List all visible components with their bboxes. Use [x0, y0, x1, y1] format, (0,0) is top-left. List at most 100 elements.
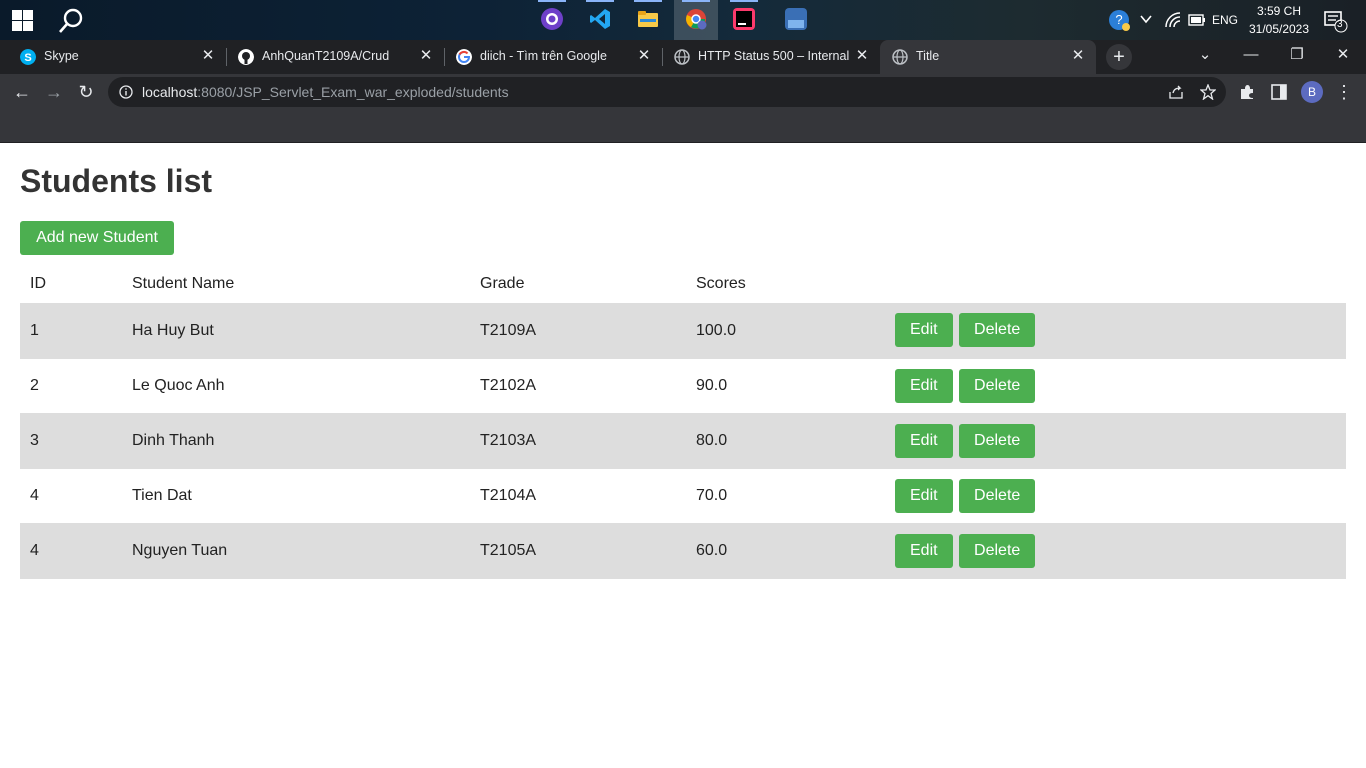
svg-text:?: ?	[1115, 12, 1122, 27]
notification-icon[interactable]	[1324, 11, 1348, 33]
cell-grade: T2102A	[470, 358, 686, 414]
delete-button[interactable]: Delete	[959, 313, 1036, 348]
edit-button[interactable]: Edit	[895, 478, 953, 513]
cell-actions: Edit Delete	[885, 358, 1346, 414]
tab-title: diich - Tìm trên Google	[480, 49, 607, 63]
cell-actions: Edit Delete	[885, 523, 1346, 579]
tab-google-search[interactable]: diich - Tìm trên Google ✕	[444, 40, 663, 74]
tab-search-chevron-icon[interactable]: ⌄	[1182, 40, 1228, 70]
address-bar[interactable]: localhost:8080/JSP_Servlet_Exam_war_expl…	[108, 77, 1226, 107]
cell-actions: Edit Delete	[885, 413, 1346, 469]
cell-id: 1	[20, 303, 122, 359]
close-icon[interactable]: ✕	[1070, 48, 1086, 64]
share-icon[interactable]	[1168, 84, 1184, 100]
cell-score: 90.0	[686, 358, 885, 414]
cell-grade: T2104A	[470, 468, 686, 524]
cell-name: Ha Huy But	[122, 303, 470, 359]
intellij-icon[interactable]	[722, 0, 766, 40]
chevron-up-icon[interactable]	[1140, 14, 1152, 24]
table-row: 2 Le Quoc Anh T2102A 90.0 Edit Delete	[20, 358, 1346, 414]
github-desktop-icon[interactable]	[530, 0, 574, 40]
tab-title: AnhQuanT2109A/Crud	[262, 49, 390, 63]
cell-id: 2	[20, 358, 122, 414]
help-icon[interactable]: ?	[1108, 9, 1132, 33]
table-row: 4 Nguyen Tuan T2105A 60.0 Edit Delete	[20, 523, 1346, 579]
edit-button[interactable]: Edit	[895, 313, 953, 348]
browser-tab-strip: S Skype ✕ AnhQuanT2109A/Crud ✕ diich - T…	[0, 40, 1366, 74]
cell-score: 60.0	[686, 523, 885, 579]
cell-actions: Edit Delete	[885, 303, 1346, 359]
cell-id: 4	[20, 523, 122, 579]
tab-http-500[interactable]: HTTP Status 500 – Internal Se ✕	[662, 40, 880, 74]
close-icon[interactable]: ✕	[636, 48, 652, 64]
delete-button[interactable]: Delete	[959, 423, 1036, 458]
google-icon	[456, 49, 472, 65]
forward-arrow-icon[interactable]: →	[40, 78, 68, 106]
windows-taskbar: ? ENG 3:59 CH 31/05/2023 3	[0, 0, 1366, 40]
bookmark-star-icon[interactable]	[1200, 84, 1216, 100]
minimize-icon[interactable]: —	[1228, 40, 1274, 70]
globe-icon	[674, 49, 690, 65]
page-title: Students list	[20, 163, 213, 199]
tab-title: Skype	[44, 49, 79, 63]
new-tab-button[interactable]: +	[1106, 44, 1132, 70]
search-icon[interactable]	[56, 6, 86, 36]
extensions-icon[interactable]	[1238, 83, 1256, 101]
notification-count: 3	[1337, 19, 1343, 30]
clock-time[interactable]: 3:59 CH	[1256, 4, 1302, 18]
edit-button[interactable]: Edit	[895, 368, 953, 403]
browser-toolbar: ← → ↻ localhost:8080/JSP_Servlet_Exam_wa…	[0, 74, 1366, 110]
cell-score: 80.0	[686, 413, 885, 469]
cell-name: Nguyen Tuan	[122, 523, 470, 579]
close-icon[interactable]: ✕	[418, 48, 434, 64]
info-icon[interactable]	[119, 85, 133, 99]
tab-skype[interactable]: S Skype ✕	[8, 40, 227, 74]
windows-start-icon[interactable]	[10, 8, 34, 32]
column-header-name: Student Name	[122, 265, 470, 304]
tab-title-active[interactable]: Title ✕	[880, 40, 1096, 74]
edit-button[interactable]: Edit	[895, 423, 953, 458]
cell-name: Dinh Thanh	[122, 413, 470, 469]
menu-kebab-icon[interactable]: ⋮	[1330, 78, 1358, 106]
restore-icon[interactable]: ❐	[1274, 40, 1320, 70]
cell-id: 4	[20, 468, 122, 524]
back-arrow-icon[interactable]: ←	[8, 78, 36, 106]
students-table: ID Student Name Grade Scores 1 Ha Huy Bu…	[20, 265, 1346, 579]
column-header-actions	[885, 265, 1346, 303]
cell-actions: Edit Delete	[885, 468, 1346, 524]
battery-icon[interactable]	[1188, 12, 1206, 28]
profile-avatar[interactable]: B	[1301, 81, 1323, 103]
url-text: localhost:8080/JSP_Servlet_Exam_war_expl…	[142, 84, 509, 100]
table-row: 4 Tien Dat T2104A 70.0 Edit Delete	[20, 468, 1346, 524]
cell-grade: T2109A	[470, 303, 686, 359]
add-new-student-button[interactable]: Add new Student	[20, 221, 174, 255]
cell-score: 70.0	[686, 468, 885, 524]
side-panel-icon[interactable]	[1271, 84, 1287, 100]
url-host: localhost	[142, 84, 198, 100]
delete-button[interactable]: Delete	[959, 478, 1036, 513]
delete-button[interactable]: Delete	[959, 368, 1036, 403]
page-content: Students list Add new Student ID Student…	[0, 143, 1366, 768]
reload-icon[interactable]: ↻	[72, 78, 100, 106]
close-window-icon[interactable]: ✕	[1320, 40, 1366, 70]
language-indicator[interactable]: ENG	[1212, 13, 1238, 27]
delete-button[interactable]: Delete	[959, 533, 1036, 568]
dev-cpp-icon[interactable]	[774, 0, 818, 40]
edit-button[interactable]: Edit	[895, 533, 953, 568]
table-row: 3 Dinh Thanh T2103A 80.0 Edit Delete	[20, 413, 1346, 469]
tab-github-crud[interactable]: AnhQuanT2109A/Crud ✕	[226, 40, 445, 74]
globe-icon	[892, 49, 908, 65]
file-explorer-icon[interactable]	[626, 0, 670, 40]
close-icon[interactable]: ✕	[200, 48, 216, 64]
cell-name: Tien Dat	[122, 468, 470, 524]
tab-title: Title	[916, 49, 940, 63]
github-icon	[238, 49, 254, 65]
svg-text:S: S	[24, 52, 31, 64]
vscode-icon[interactable]	[578, 0, 622, 40]
close-icon[interactable]: ✕	[854, 48, 870, 64]
clock-date[interactable]: 31/05/2023	[1248, 22, 1310, 36]
cell-grade: T2103A	[470, 413, 686, 469]
wifi-icon[interactable]	[1164, 11, 1182, 29]
chrome-icon[interactable]	[674, 0, 718, 40]
cell-score: 100.0	[686, 303, 885, 359]
